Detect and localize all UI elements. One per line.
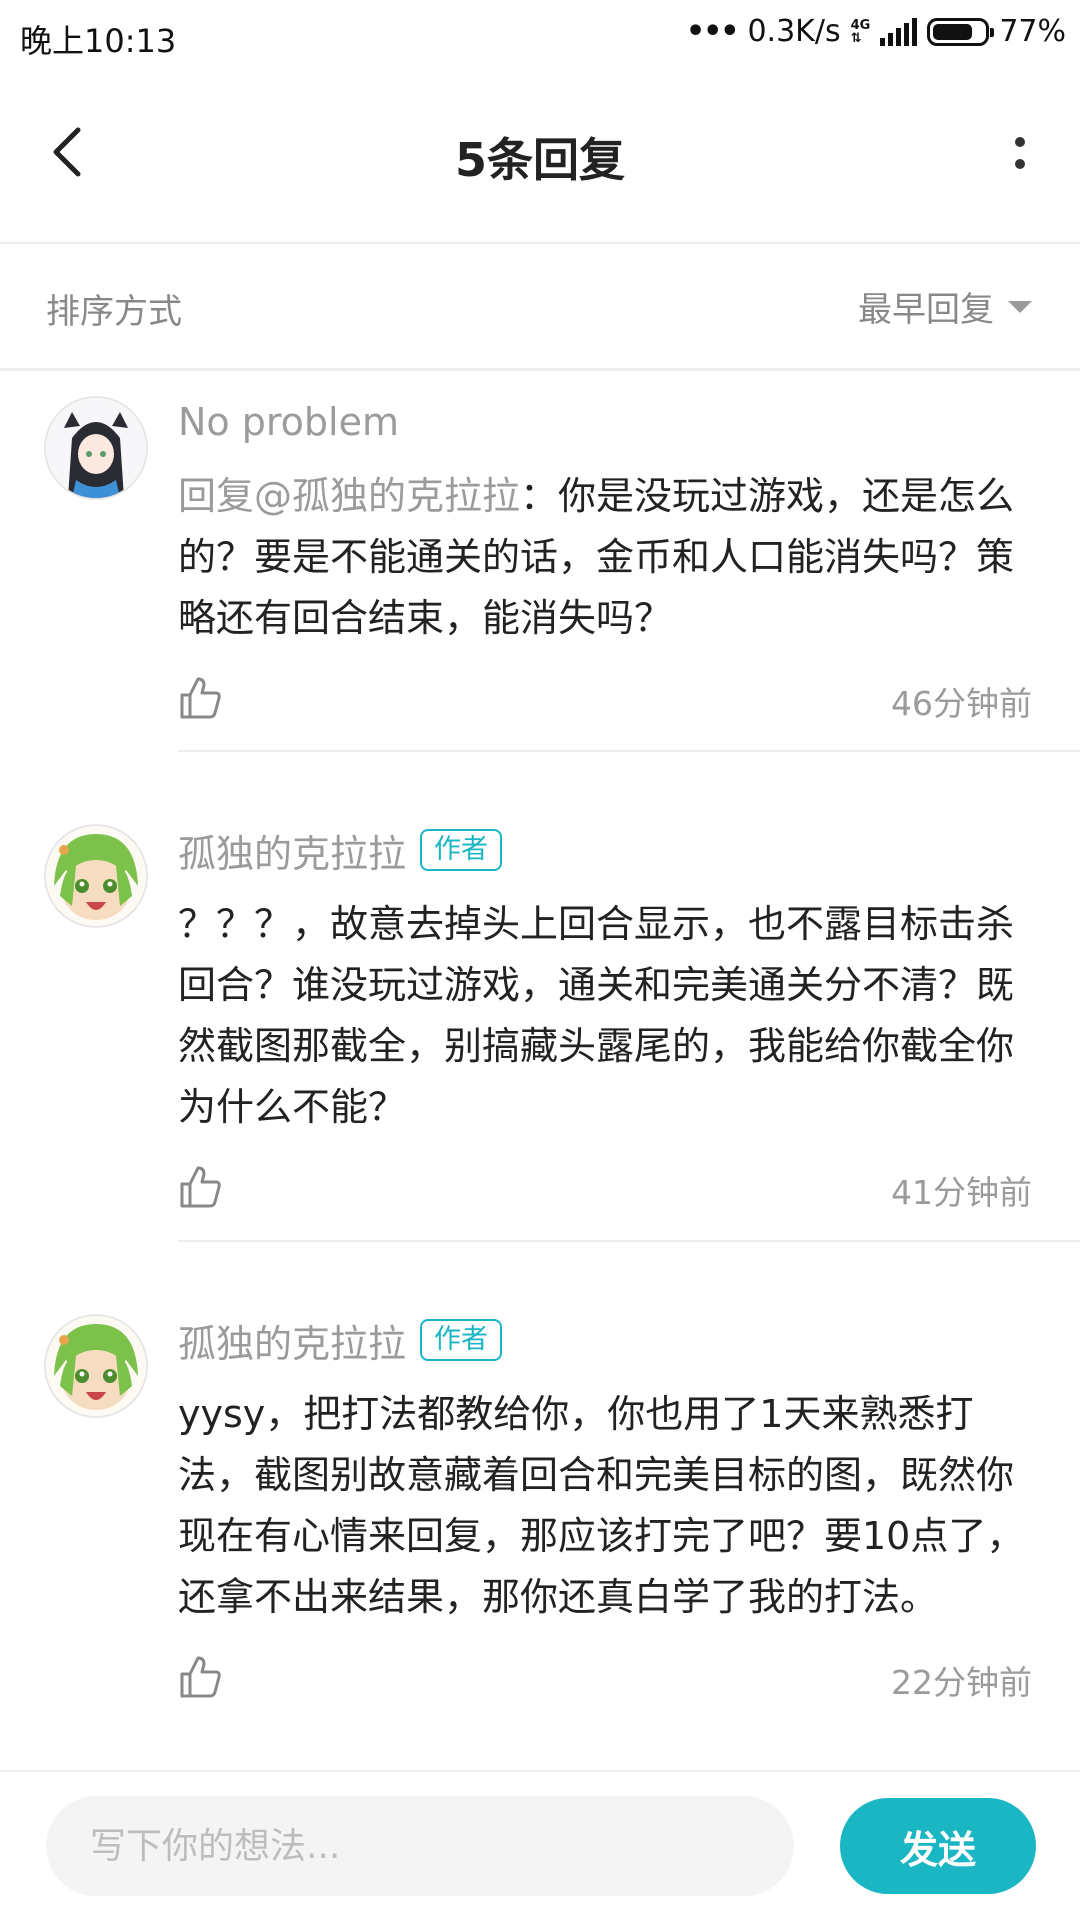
avatar-image — [46, 398, 146, 498]
reply-input[interactable] — [46, 1796, 794, 1896]
thumbs-up-icon[interactable] — [178, 1164, 224, 1210]
caret-down-icon — [1008, 300, 1032, 313]
reply-mention[interactable]: 回复@孤独的克拉拉 — [178, 474, 520, 518]
author-badge: 作者 — [420, 829, 503, 871]
sort-dropdown[interactable]: 最早回复 — [858, 282, 1032, 331]
comment-author[interactable]: 孤独的克拉拉 — [178, 823, 406, 878]
send-button[interactable]: 发送 — [840, 1798, 1036, 1894]
network-type-icon: 4G ⇅ — [850, 17, 871, 46]
battery-icon — [927, 17, 995, 46]
more-vertical-icon — [1015, 137, 1025, 169]
comment-divider — [178, 750, 1080, 752]
status-bar: 晚上10:13 ••• 0.3K/s 4G ⇅ 77% — [0, 0, 1080, 74]
comment-time: 41分钟前 — [891, 1173, 1032, 1212]
status-indicators: ••• 0.3K/s 4G ⇅ 77% — [686, 14, 1066, 49]
comment-time: 46分钟前 — [891, 684, 1032, 723]
avatar-image — [46, 1316, 146, 1416]
network-speed: 0.3K/s — [747, 14, 841, 49]
thumbs-up-icon[interactable] — [178, 675, 224, 721]
battery-percent: 77% — [999, 14, 1066, 49]
sort-bar: 排序方式 最早回复 — [0, 244, 1080, 371]
page-title: 5条回复 — [454, 133, 625, 187]
signal-icon — [880, 17, 918, 46]
comment-author[interactable]: 孤独的克拉拉 — [178, 1313, 406, 1368]
status-time: 晚上10:13 — [20, 22, 177, 60]
comment-text: ？？？，故意去掉头上回合显示，也不露目标击杀回合？谁没玩过游戏，通关和完美通关分… — [178, 902, 1015, 1129]
comment-text: 回复@孤独的克拉拉：你是没玩过游戏，还是怎么的？要是不能通关的话，金币和人口能消… — [178, 466, 1032, 649]
comment-author[interactable]: No problem — [178, 400, 399, 444]
avatar[interactable] — [44, 1314, 148, 1418]
avatar[interactable] — [44, 396, 148, 500]
author-badge: 作者 — [420, 1319, 503, 1361]
avatar-image — [46, 826, 146, 926]
reply-composer: 发送 — [0, 1770, 1080, 1922]
notification-dots-icon: ••• — [685, 14, 740, 49]
comment-text: yysy，把打法都教给你，你也用了1天来熟悉打法，截图别故意藏着回合和完美目标的… — [178, 1392, 1025, 1619]
avatar[interactable] — [44, 824, 148, 928]
battery-level — [933, 23, 972, 40]
app-header: 5条回复 — [0, 74, 1080, 244]
sort-selected-value: 最早回复 — [858, 290, 994, 330]
thumbs-up-icon[interactable] — [178, 1654, 224, 1700]
sort-label: 排序方式 — [46, 292, 182, 332]
comment-time: 22分钟前 — [891, 1663, 1032, 1702]
more-button[interactable] — [1000, 124, 1040, 184]
comment-divider — [178, 1240, 1080, 1242]
